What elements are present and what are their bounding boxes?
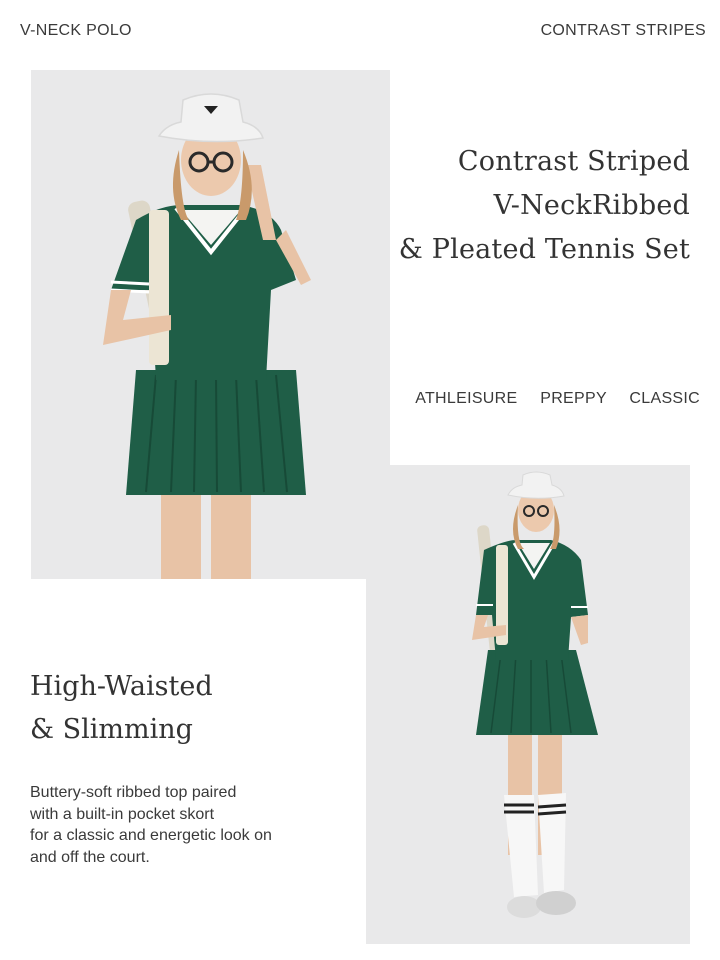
product-title-line-3: & Pleated Tennis Set	[398, 234, 690, 265]
feature-description-line-2: with a built-in pocket skort	[30, 805, 215, 823]
product-title-line-2: V-NeckRibbed	[493, 190, 690, 221]
feature-heading-line-2: & Slimming	[30, 714, 193, 745]
feature-description-line-3: for a classic and energetic look on	[30, 827, 272, 844]
feature-description: Buttery-soft ribbed top paired with a bu…	[30, 782, 272, 868]
product-title: Contrast Striped V-NeckRibbed & Pleated …	[399, 140, 690, 272]
tag-athleisure: ATHLEISURE	[415, 390, 518, 407]
header-left-label: V-NECK POLO	[20, 22, 132, 39]
feature-heading: High-Waisted & Slimming	[30, 665, 213, 751]
model-illustration-full	[366, 465, 690, 944]
header-right-label: CONTRAST STRIPES	[540, 22, 706, 39]
product-title-line-1: Contrast Striped	[457, 146, 690, 177]
feature-description-line-1: Buttery-soft ribbed top paired	[30, 784, 237, 801]
model-photo-full	[366, 465, 690, 944]
tag-preppy: PREPPY	[540, 390, 607, 407]
feature-heading-line-1: High-Waisted	[30, 671, 213, 702]
tag-classic: CLASSIC	[629, 390, 700, 407]
model-illustration-main	[31, 70, 390, 579]
feature-description-line-4: and off the court.	[30, 848, 150, 866]
style-tags: ATHLEISURE PREPPY CLASSIC	[397, 390, 700, 408]
model-photo-main	[31, 70, 390, 579]
